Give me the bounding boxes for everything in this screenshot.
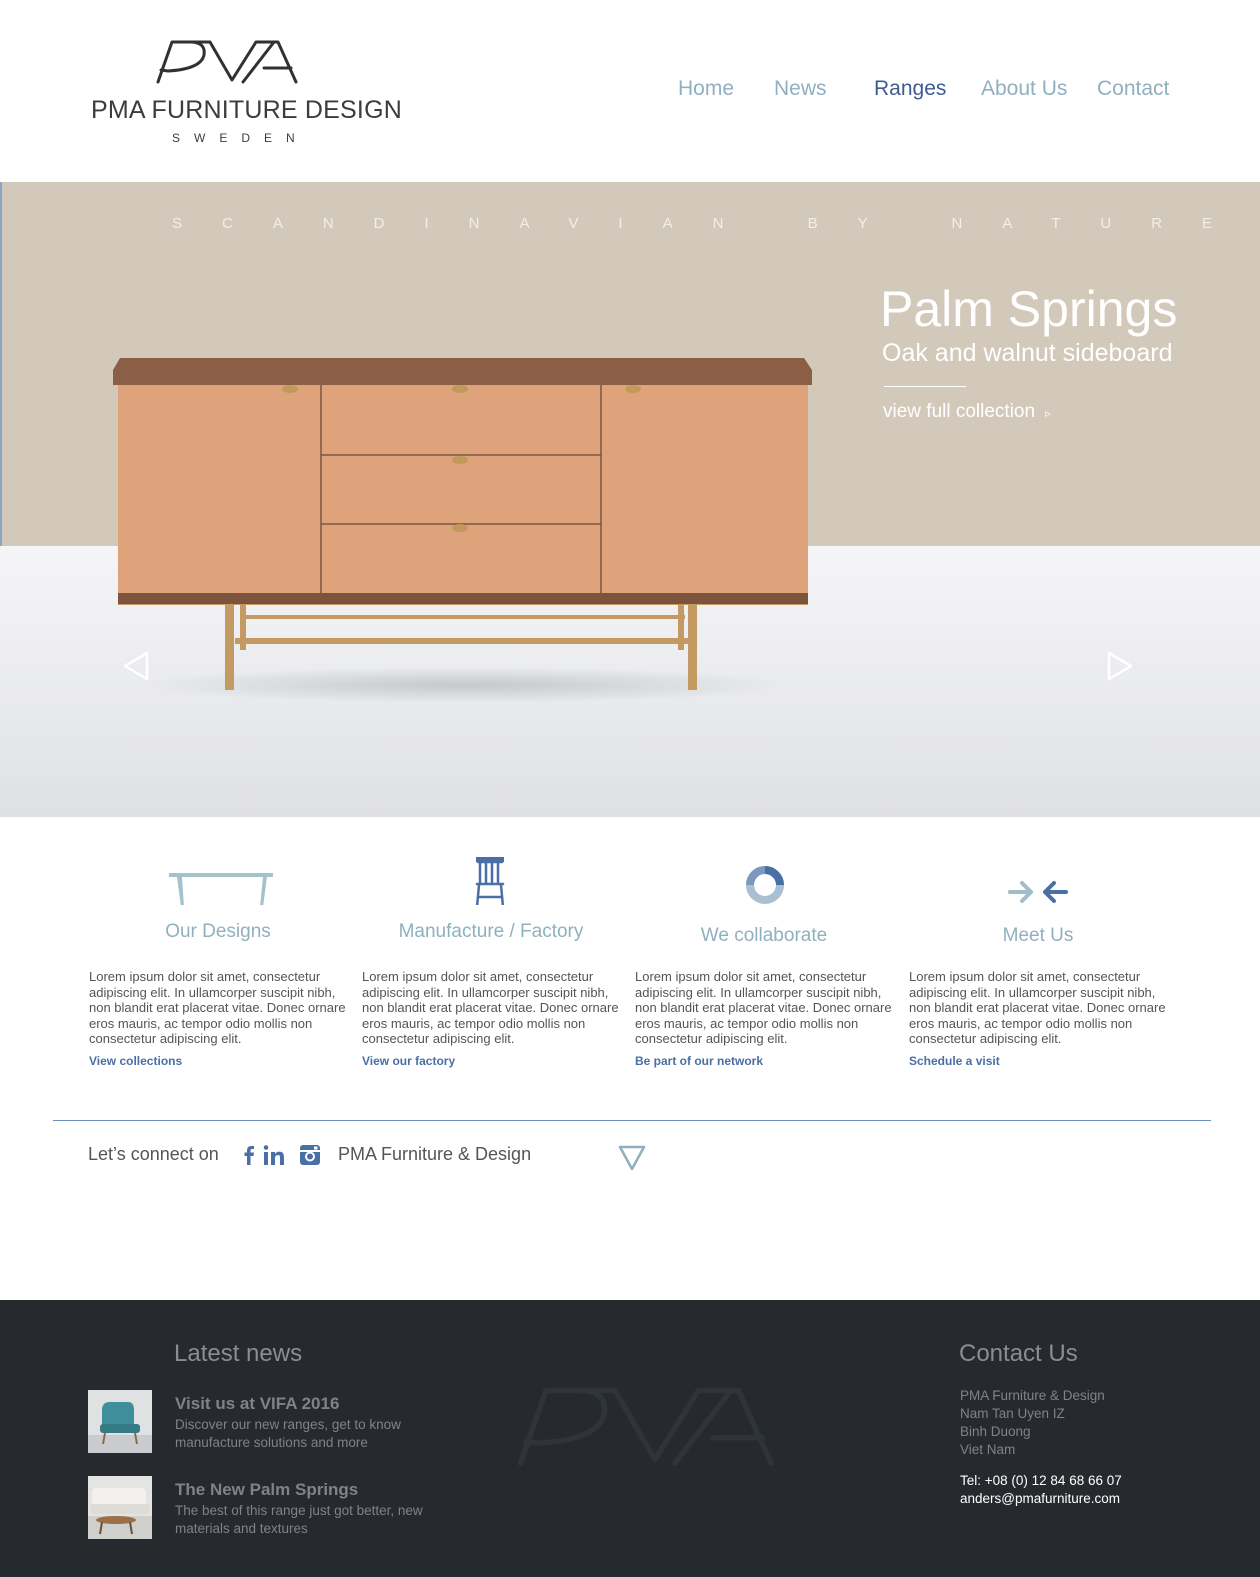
contact-email[interactable]: anders@pmafurniture.com (960, 1490, 1122, 1508)
contact-us-title: Contact Us (959, 1340, 1078, 1367)
news-title-vifa[interactable]: Visit us at VIFA 2016 (175, 1394, 339, 1414)
feature-heading: Meet Us (1002, 925, 1074, 946)
brand-name: PMA FURNITURE DESIGN (91, 96, 402, 124)
previous-slide-icon[interactable] (121, 650, 151, 682)
ring-icon (746, 866, 784, 904)
hero-divider (884, 386, 966, 387)
nav-home[interactable]: Home (678, 77, 734, 101)
address-line: Nam Tan Uyen IZ (960, 1406, 1065, 1421)
news-desc-vifa: Discover our new ranges, get to know man… (175, 1417, 401, 1450)
view-collections-link[interactable]: View collections (89, 1054, 182, 1068)
connect-label: Let’s connect on (88, 1144, 219, 1164)
hero-edge-line (0, 182, 2, 546)
sideboard-image (113, 358, 812, 703)
converging-arrows-icon (1008, 881, 1068, 903)
table-icon (169, 873, 273, 905)
feature-heading: Manufacture / Factory (398, 921, 584, 942)
latest-news-title: Latest news (174, 1340, 303, 1367)
chair-icon (475, 857, 505, 905)
news-thumbnail-sofa[interactable] (88, 1476, 152, 1539)
news-thumbnail-armchair[interactable] (88, 1390, 152, 1453)
view-collection-label: view full collection (883, 401, 1036, 422)
news-title-palm-springs[interactable]: The New Palm Springs (175, 1480, 358, 1500)
next-slide-icon[interactable] (1105, 650, 1135, 682)
section-divider (53, 1120, 1211, 1121)
social-brand-name: PMA Furniture & Design (338, 1144, 532, 1164)
pma-watermark-logo (517, 1387, 774, 1466)
feature-heading: We collaborate (700, 925, 828, 946)
address-line: Viet Nam (960, 1442, 1016, 1457)
scroll-down-icon[interactable] (618, 1145, 646, 1171)
contact-address: PMA Furniture & Design Nam Tan Uyen IZ B… (960, 1387, 1105, 1459)
address-line: PMA Furniture & Design (960, 1388, 1105, 1403)
feature-body: Lorem ipsum dolor sit amet, consectetur … (635, 969, 892, 1046)
hero-subtitle: Oak and walnut sideboard (882, 339, 1173, 367)
schedule-visit-link[interactable]: Schedule a visit (909, 1054, 1000, 1068)
nav-news[interactable]: News (774, 77, 827, 101)
linkedin-icon[interactable] (262, 1143, 286, 1167)
hero-title: Palm Springs (880, 281, 1178, 337)
nav-about-us[interactable]: About Us (981, 77, 1067, 101)
pma-logo-mark[interactable] (150, 38, 302, 84)
footer: Latest news Visit us at VIFA 2016 Discov… (0, 1300, 1260, 1577)
view-factory-link[interactable]: View our factory (362, 1054, 455, 1068)
feature-heading: Our Designs (165, 921, 271, 942)
brand-subtitle: SWEDEN (172, 131, 309, 145)
view-collection-link[interactable]: view full collection ▹ (883, 401, 1051, 423)
instagram-icon[interactable] (298, 1143, 322, 1167)
news-desc-palm-springs: The best of this range just got better, … (175, 1503, 423, 1536)
contact-phone[interactable]: Tel: +08 (0) 12 84 68 66 07 (960, 1472, 1122, 1490)
network-link[interactable]: Be part of our network (635, 1054, 763, 1068)
address-line: Binh Duong (960, 1424, 1031, 1439)
contact-details: Tel: +08 (0) 12 84 68 66 07 anders@pmafu… (960, 1472, 1122, 1508)
facebook-icon[interactable] (237, 1143, 261, 1167)
feature-body: Lorem ipsum dolor sit amet, consectetur … (89, 969, 346, 1046)
feature-body: Lorem ipsum dolor sit amet, consectetur … (362, 969, 619, 1046)
feature-body: Lorem ipsum dolor sit amet, consectetur … (909, 969, 1166, 1046)
hero-banner: SCANDINAVIAN BY NATURE Palm Springs Oak … (0, 182, 1260, 817)
hero-tagline: SCANDINAVIAN BY NATURE (172, 215, 1253, 232)
nav-contact[interactable]: Contact (1097, 77, 1169, 101)
nav-ranges[interactable]: Ranges (874, 77, 946, 101)
play-arrow-icon: ▹ (1045, 408, 1051, 420)
